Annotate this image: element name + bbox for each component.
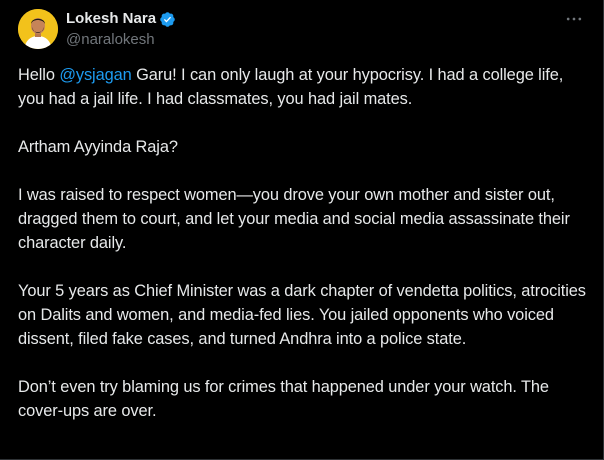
tweet-header: Lokesh Nara @naralokesh bbox=[0, 0, 604, 58]
text-segment: Hello bbox=[18, 66, 60, 84]
tweet-paragraph: I was raised to respect women—you drove … bbox=[18, 186, 570, 252]
tweet-paragraph: Don’t even try blaming us for crimes tha… bbox=[18, 378, 549, 420]
name-row: Lokesh Nara bbox=[66, 10, 176, 28]
display-name[interactable]: Lokesh Nara bbox=[66, 10, 156, 28]
tweet-text: Hello @ysjagan Garu! I can only laugh at… bbox=[18, 63, 593, 447]
avatar-image bbox=[18, 9, 58, 49]
tweet-card: Lokesh Nara @naralokesh Hello @ysjagan G… bbox=[0, 0, 604, 460]
mention-link[interactable]: @ysjagan bbox=[59, 66, 131, 84]
verified-badge-icon bbox=[159, 11, 176, 28]
tweet-paragraph: Hello @ysjagan Garu! I can only laugh at… bbox=[18, 63, 593, 111]
handle[interactable]: @naralokesh bbox=[66, 31, 155, 49]
tweet-paragraph: Your 5 years as Chief Minister was a dar… bbox=[18, 282, 586, 348]
more-horizontal-icon bbox=[566, 17, 582, 21]
more-button[interactable] bbox=[562, 8, 586, 30]
tweet-paragraph: Artham Ayyinda Raja? bbox=[18, 138, 178, 156]
avatar[interactable] bbox=[18, 9, 58, 49]
